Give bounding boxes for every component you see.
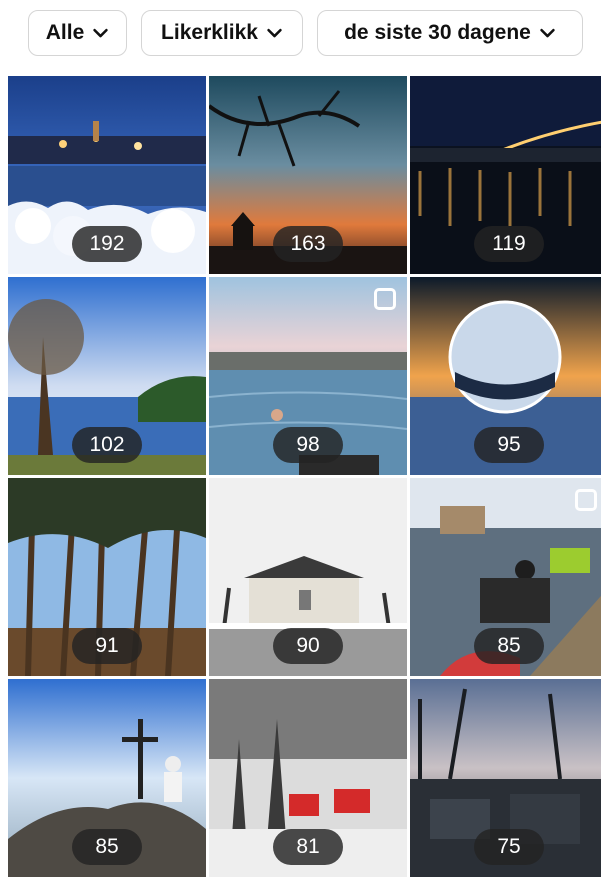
like-count-badge: 81 xyxy=(273,829,343,865)
like-count-badge: 98 xyxy=(273,427,343,463)
filter-metric-dropdown[interactable]: Likerklikk xyxy=(141,10,303,56)
like-count-badge: 119 xyxy=(474,226,544,262)
multiple-images-icon xyxy=(575,489,597,511)
post-tile[interactable]: 98 xyxy=(209,277,407,475)
post-tile[interactable]: 192 xyxy=(8,76,206,274)
post-tile[interactable]: 85 xyxy=(410,478,601,676)
post-tile[interactable]: 85 xyxy=(8,679,206,877)
post-tile[interactable]: 163 xyxy=(209,76,407,274)
chevron-down-icon xyxy=(540,28,555,37)
post-tile[interactable]: 75 xyxy=(410,679,601,877)
post-grid: 192 163 119 102 98 95 91 90 85 85 81 75 xyxy=(8,76,601,877)
multiple-images-icon xyxy=(374,288,396,310)
filter-metric-label: Likerklikk xyxy=(161,21,258,44)
like-count-badge: 192 xyxy=(72,226,142,262)
post-tile[interactable]: 119 xyxy=(410,76,601,274)
filter-all-dropdown[interactable]: Alle xyxy=(28,10,127,56)
chevron-down-icon xyxy=(267,28,282,37)
filter-period-label: de siste 30 dagene xyxy=(344,21,531,44)
filter-all-label: Alle xyxy=(45,21,85,44)
chevron-down-icon xyxy=(93,28,108,37)
like-count-badge: 102 xyxy=(72,427,142,463)
like-count-badge: 91 xyxy=(72,628,142,664)
like-count-badge: 95 xyxy=(474,427,544,463)
like-count-badge: 163 xyxy=(273,226,343,262)
filter-period-dropdown[interactable]: de siste 30 dagene xyxy=(317,10,583,56)
post-tile[interactable]: 81 xyxy=(209,679,407,877)
like-count-badge: 75 xyxy=(474,829,544,865)
filter-bar: Alle Likerklikk de siste 30 dagene xyxy=(0,10,601,58)
like-count-badge: 85 xyxy=(72,829,142,865)
post-tile[interactable]: 91 xyxy=(8,478,206,676)
post-tile[interactable]: 90 xyxy=(209,478,407,676)
like-count-badge: 85 xyxy=(474,628,544,664)
like-count-badge: 90 xyxy=(273,628,343,664)
post-tile[interactable]: 102 xyxy=(8,277,206,475)
post-tile[interactable]: 95 xyxy=(410,277,601,475)
